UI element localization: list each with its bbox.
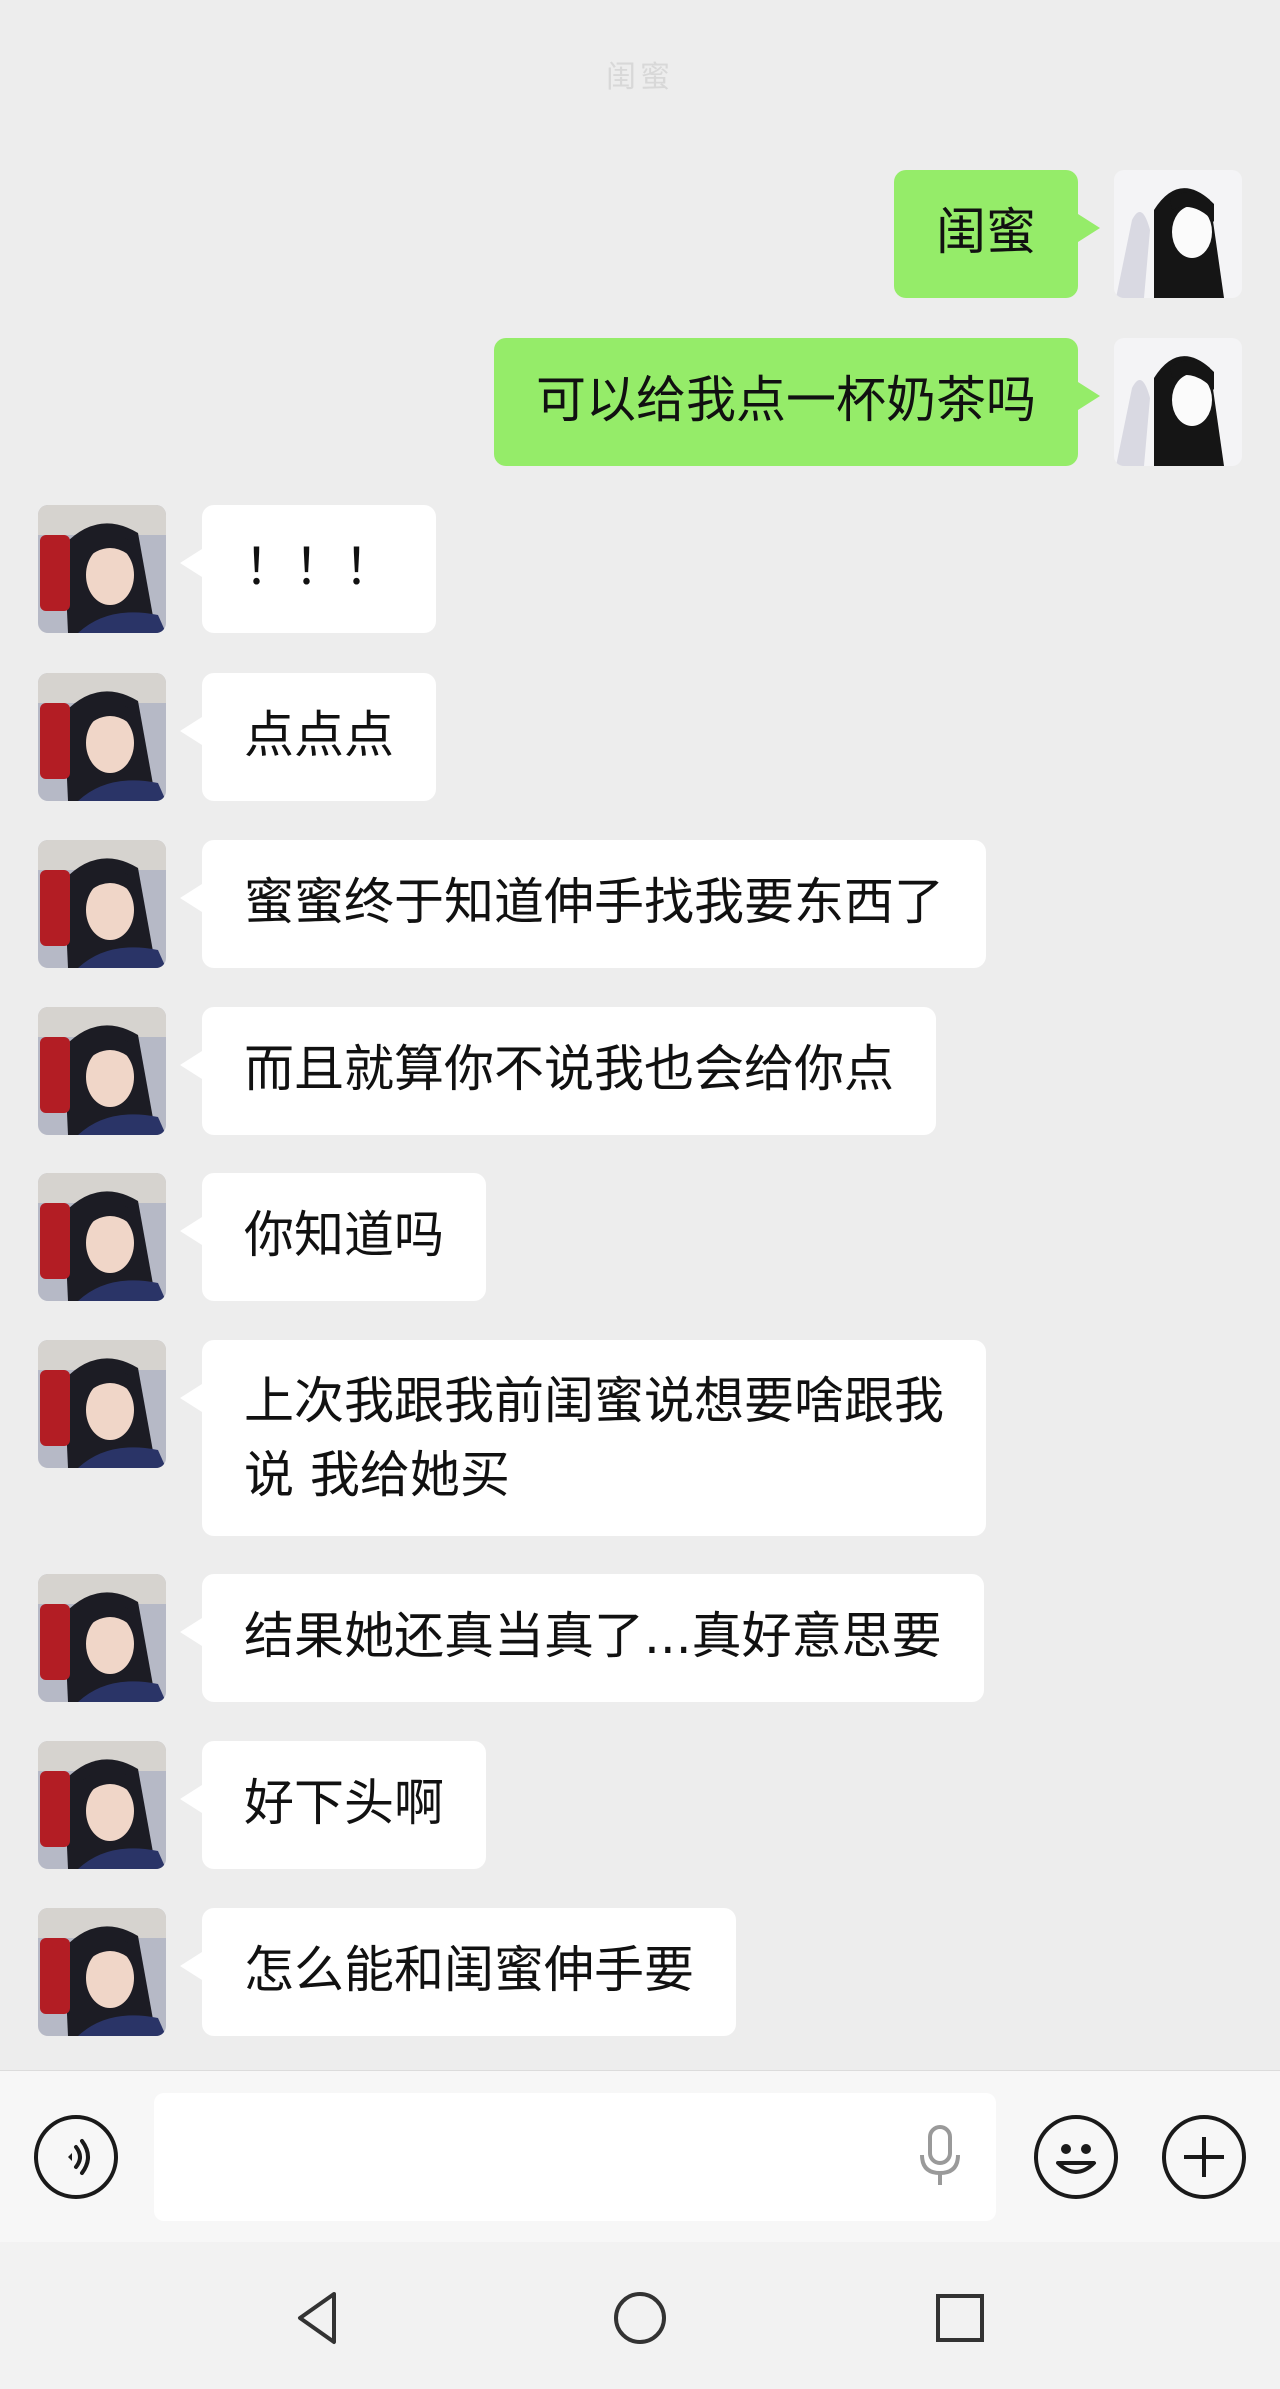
system-nav-bar — [0, 2242, 1280, 2389]
message-bubble-received[interactable]: 而且就算你不说我也会给你点 — [180, 1007, 936, 1135]
more-options-button[interactable] — [1162, 2115, 1246, 2199]
my-avatar[interactable] — [1114, 170, 1242, 298]
message-bubble-received[interactable]: 你知道吗 — [180, 1173, 486, 1301]
message-bubble-received[interactable]: ！！！ — [180, 505, 436, 633]
message-row-received: 怎么能和闺蜜伸手要 — [0, 1908, 1280, 2036]
friend-avatar[interactable] — [38, 673, 166, 801]
friend-avatar[interactable] — [38, 1574, 166, 1702]
voice-toggle-button[interactable] — [34, 2115, 118, 2199]
square-recents-icon[interactable] — [930, 2288, 990, 2348]
friend-avatar[interactable] — [38, 505, 166, 633]
emoji-button[interactable] — [1034, 2115, 1118, 2199]
message-bubble-received[interactable]: 上次我跟我前闺蜜说想要啥跟我 说 我给她买 — [180, 1340, 986, 1536]
message-row-received: 而且就算你不说我也会给你点 — [0, 1007, 1280, 1135]
circle-home-icon[interactable] — [610, 2288, 670, 2348]
input-bar — [0, 2070, 1280, 2243]
friend-avatar[interactable] — [38, 1340, 166, 1468]
message-row-received: 结果她还真当真了...真好意思要 — [0, 1574, 1280, 1702]
plus-icon — [1184, 2137, 1224, 2177]
message-input[interactable] — [154, 2093, 996, 2221]
triangle-back-icon[interactable] — [290, 2288, 350, 2348]
message-row-received: 你知道吗 — [0, 1173, 1280, 1301]
microphone-icon[interactable] — [912, 2125, 968, 2189]
message-bubble-sent[interactable]: 可以给我点一杯奶茶吗 — [494, 338, 1100, 466]
my-avatar[interactable] — [1114, 338, 1242, 466]
message-row-received: 好下头啊 — [0, 1741, 1280, 1869]
friend-avatar[interactable] — [38, 1173, 166, 1301]
message-bubble-received[interactable]: 结果她还真当真了...真好意思要 — [180, 1574, 984, 1702]
friend-avatar[interactable] — [38, 1741, 166, 1869]
message-bubble-received[interactable]: 好下头啊 — [180, 1741, 486, 1869]
message-list[interactable]: 闺蜜 可以给我点一杯奶茶吗 ！！！ 点点点 蜜蜜终于知道伸手找我要东西了 而且就… — [0, 0, 1280, 2070]
friend-avatar[interactable] — [38, 1908, 166, 2036]
message-row-received: 上次我跟我前闺蜜说想要啥跟我 说 我给她买 — [0, 1340, 1280, 1536]
message-row-received: ！！！ — [0, 505, 1280, 633]
message-bubble-received[interactable]: 蜜蜜终于知道伸手找我要东西了 — [180, 840, 986, 968]
emoji-icon — [1056, 2144, 1096, 2174]
friend-avatar[interactable] — [38, 840, 166, 968]
message-row-received: 点点点 — [0, 673, 1280, 801]
message-row-sent: 闺蜜 — [0, 170, 1280, 298]
friend-avatar[interactable] — [38, 1007, 166, 1135]
message-bubble-received[interactable]: 点点点 — [180, 673, 436, 801]
voice-toggle-icon — [68, 2139, 90, 2175]
message-row-sent: 可以给我点一杯奶茶吗 — [0, 338, 1280, 466]
message-bubble-sent[interactable]: 闺蜜 — [894, 170, 1100, 298]
message-row-received: 蜜蜜终于知道伸手找我要东西了 — [0, 840, 1280, 968]
message-bubble-received[interactable]: 怎么能和闺蜜伸手要 — [180, 1908, 736, 2036]
